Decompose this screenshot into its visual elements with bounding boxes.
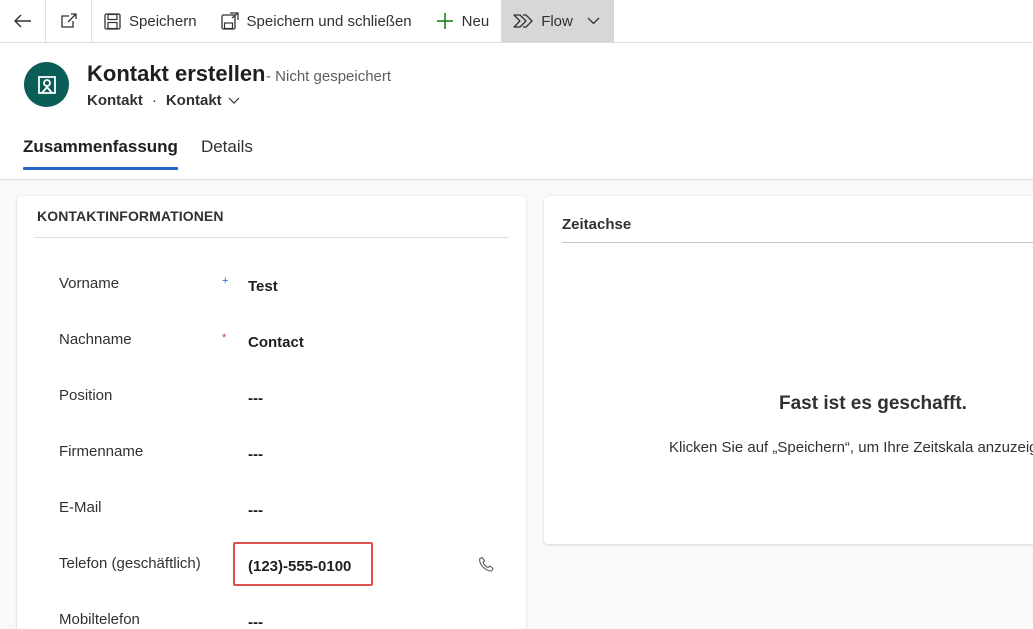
breadcrumb: Kontakt · Kontakt <box>87 92 240 109</box>
flow-icon <box>513 14 533 28</box>
phone-icon[interactable] <box>478 556 495 573</box>
mobile-phone-field[interactable]: --- <box>248 614 263 629</box>
timeline-empty-heading: Fast ist es geschafft. <box>779 393 967 414</box>
save-and-close-icon <box>220 12 239 30</box>
job-title-field[interactable]: --- <box>248 390 263 407</box>
timeline-section: Zeitachse Fast ist es geschafft. Klicken… <box>544 196 1033 544</box>
save-and-close-button[interactable]: Speichern und schließen <box>209 0 424 42</box>
business-phone-label: Telefon (geschäftlich) <box>59 555 201 572</box>
company-name-label: Firmenname <box>59 443 144 460</box>
back-arrow-icon <box>13 14 31 28</box>
contact-information-section: KONTAKTINFORMATIONEN Vorname + Test Nach… <box>17 196 526 629</box>
entity-name: Kontakt <box>87 92 143 109</box>
form-tabs: Zusammenfassung Details <box>23 137 276 170</box>
flow-label: Flow <box>541 12 573 30</box>
section-title: KONTAKTINFORMATIONEN <box>37 208 224 224</box>
tab-details[interactable]: Details <box>201 137 253 167</box>
company-name-field[interactable]: --- <box>248 446 263 463</box>
save-icon <box>104 12 121 30</box>
form-header: Kontakt erstellen - Nicht gespeichert Ko… <box>0 43 1033 180</box>
email-field[interactable]: --- <box>248 502 263 519</box>
save-label: Speichern <box>129 12 197 30</box>
save-and-close-label: Speichern und schließen <box>246 12 412 30</box>
email-label: E-Mail <box>59 499 102 516</box>
last-name-field[interactable]: Contact <box>248 334 304 351</box>
page-title: Kontakt erstellen <box>87 61 266 86</box>
save-status: - Nicht gespeichert <box>266 68 392 85</box>
tab-zusammenfassung[interactable]: Zusammenfassung <box>23 137 178 170</box>
new-button[interactable]: Neu <box>424 0 502 42</box>
contact-avatar <box>24 62 69 107</box>
timeline-divider <box>562 242 1033 243</box>
timeline-title: Zeitachse <box>562 216 632 233</box>
new-label: Neu <box>461 12 490 30</box>
first-name-field[interactable]: Test <box>248 278 278 295</box>
flow-button[interactable]: Flow <box>501 0 614 42</box>
chevron-down-icon[interactable] <box>228 97 240 105</box>
contact-entity-icon <box>37 75 56 94</box>
section-divider <box>34 237 509 238</box>
business-phone-field[interactable]: (123)-555-0100 <box>248 558 351 575</box>
timeline-empty-message: Klicken Sie auf „Speichern“, um Ihre Zei… <box>669 439 1033 456</box>
command-bar: Speichern Speichern und schließen Neu Fl… <box>0 0 1033 43</box>
mobile-phone-label: Mobiltelefon <box>59 611 140 628</box>
form-selector[interactable]: Kontakt <box>166 92 222 109</box>
first-name-label: Vorname <box>59 275 120 292</box>
open-in-new-window-button[interactable] <box>46 0 92 42</box>
plus-icon <box>436 13 453 29</box>
save-button[interactable]: Speichern <box>92 0 209 42</box>
job-title-label: Position <box>59 387 113 404</box>
last-name-label: Nachname <box>59 331 132 348</box>
chevron-down-icon <box>587 17 600 25</box>
pop-out-icon <box>60 13 77 28</box>
breadcrumb-separator: · <box>151 92 157 109</box>
back-button[interactable] <box>0 0 46 42</box>
recommended-marker: + <box>222 275 229 287</box>
required-marker: * <box>222 332 227 344</box>
